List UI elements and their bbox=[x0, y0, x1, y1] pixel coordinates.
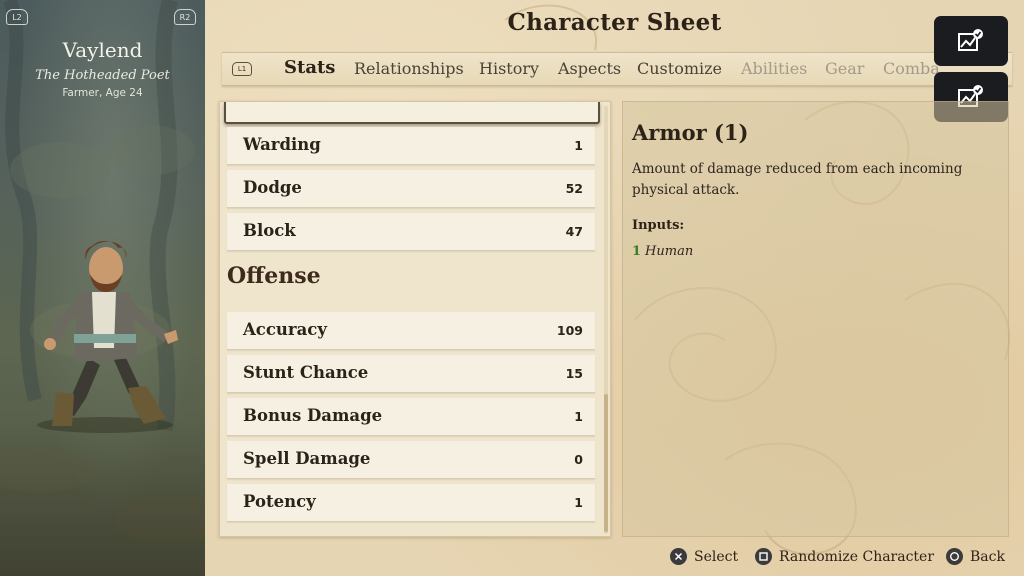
randomize-label: Randomize Character bbox=[779, 548, 935, 565]
randomize-character-hint[interactable]: Randomize Character bbox=[755, 548, 934, 565]
inputs-label: Inputs: bbox=[632, 218, 685, 233]
tab-aspects[interactable]: Aspects bbox=[558, 59, 621, 78]
cross-button-icon bbox=[670, 548, 687, 565]
tab-stats[interactable]: Stats bbox=[284, 57, 335, 78]
detail-description: Amount of damage reduced from each incom… bbox=[632, 161, 963, 198]
stat-value: 1 bbox=[574, 138, 583, 153]
tab-combat[interactable]: Combat bbox=[883, 59, 941, 78]
stat-row-accuracy[interactable]: Accuracy 109 bbox=[227, 312, 595, 350]
input-item: 1 Human bbox=[632, 244, 693, 259]
detail-title: Armor (1) bbox=[632, 120, 749, 145]
stat-row-potency[interactable]: Potency 1 bbox=[227, 484, 595, 522]
stat-value: 0 bbox=[574, 452, 583, 467]
r2-trigger-icon[interactable]: R2 bbox=[174, 9, 196, 25]
character-title: The Hotheaded Poet bbox=[35, 68, 170, 83]
stat-value: 52 bbox=[565, 181, 583, 196]
stat-value: 109 bbox=[556, 323, 583, 338]
stat-label: Potency bbox=[243, 492, 316, 511]
tab-customize[interactable]: Customize bbox=[637, 59, 722, 78]
tab-gear[interactable]: Gear bbox=[825, 59, 864, 78]
ground-shadow bbox=[0, 420, 205, 576]
character-panel: L2 R2 Vaylend The Hotheaded Poet Farmer,… bbox=[0, 0, 205, 576]
stat-value: 47 bbox=[565, 224, 583, 239]
stat-row-dodge[interactable]: Dodge 52 bbox=[227, 170, 595, 208]
stat-value: 1 bbox=[574, 409, 583, 424]
section-heading-offense: Offense bbox=[227, 263, 321, 289]
tab-relationships[interactable]: Relationships bbox=[354, 59, 464, 78]
input-value: 1 bbox=[632, 244, 642, 259]
stat-label: Dodge bbox=[243, 178, 302, 197]
stat-label: Accuracy bbox=[243, 320, 327, 339]
character-portrait bbox=[37, 240, 178, 433]
stat-row-stunt-chance[interactable]: Stunt Chance 15 bbox=[227, 355, 595, 393]
stat-detail-panel: Armor (1) Amount of damage reduced from … bbox=[622, 101, 1009, 537]
back-label: Back bbox=[970, 548, 1005, 565]
circle-button-icon bbox=[946, 548, 963, 565]
tab-history[interactable]: History bbox=[479, 59, 539, 78]
stat-row-spell-damage[interactable]: Spell Damage 0 bbox=[227, 441, 595, 479]
back-hint[interactable]: Back bbox=[946, 548, 1005, 565]
stats-list[interactable]: Warding 1 Dodge 52 Block 47 Offense Accu… bbox=[219, 101, 611, 537]
stat-label: Spell Damage bbox=[243, 449, 371, 468]
l2-trigger-icon[interactable]: L2 bbox=[6, 9, 28, 25]
stat-value: 15 bbox=[565, 366, 583, 381]
stat-row-warding[interactable]: Warding 1 bbox=[227, 127, 595, 165]
chart-check-button[interactable] bbox=[934, 16, 1008, 66]
select-label: Select bbox=[694, 548, 739, 565]
stat-value: 1 bbox=[574, 495, 583, 510]
stat-label: Warding bbox=[243, 135, 321, 154]
character-name: Vaylend bbox=[62, 38, 143, 62]
l1-bumper-icon[interactable]: L1 bbox=[232, 62, 252, 76]
page-title: Character Sheet bbox=[507, 9, 722, 36]
tab-bar: L1 Stats Relationships History Aspects C… bbox=[222, 52, 1012, 86]
stat-label: Bonus Damage bbox=[243, 406, 383, 425]
stat-label: Block bbox=[243, 221, 296, 240]
select-hint[interactable]: Select bbox=[670, 548, 738, 565]
stat-row-bonus-damage[interactable]: Bonus Damage 1 bbox=[227, 398, 595, 436]
input-source: Human bbox=[645, 244, 694, 259]
square-button-icon bbox=[755, 548, 772, 565]
stat-row-block[interactable]: Block 47 bbox=[227, 213, 595, 251]
tab-abilities[interactable]: Abilities bbox=[741, 59, 807, 78]
selected-row-armor[interactable] bbox=[224, 102, 600, 124]
character-occupation-age: Farmer, Age 24 bbox=[62, 87, 143, 99]
scrollbar-thumb[interactable] bbox=[604, 394, 608, 532]
stat-label: Stunt Chance bbox=[243, 363, 369, 382]
chart-check-icon bbox=[958, 29, 983, 51]
